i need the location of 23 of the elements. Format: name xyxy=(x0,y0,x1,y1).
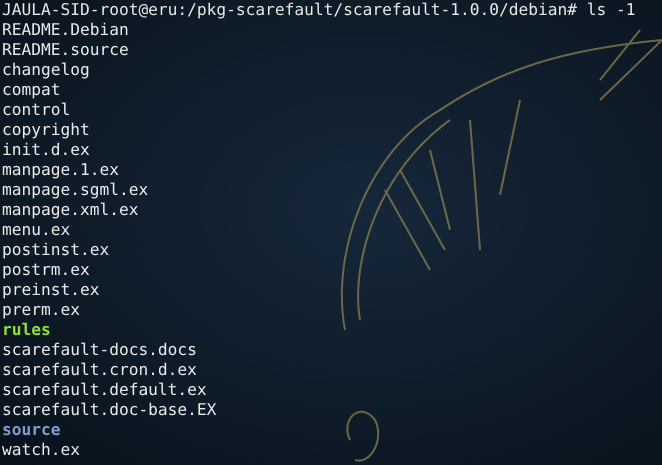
file-name: init.d.ex xyxy=(2,140,90,159)
file-name: manpage.1.ex xyxy=(2,160,119,179)
file-name: scarefault.doc-base.EX xyxy=(2,400,216,419)
directory-name: source xyxy=(2,420,60,439)
file-name: menu.ex xyxy=(2,220,70,239)
file-name: manpage.xml.ex xyxy=(2,200,138,219)
file-name: control xyxy=(2,100,70,119)
file-name: prerm.ex xyxy=(2,300,80,319)
file-name: changelog xyxy=(2,60,90,79)
file-name: scarefault.cron.d.ex xyxy=(2,360,197,379)
file-name: watch.ex xyxy=(2,440,80,459)
command-line: JAULA-SID-root@eru:/pkg-scarefault/scarefault-1.0.0/debian# ls -1 xyxy=(2,0,636,20)
file-name: scarefault-docs.docs xyxy=(2,340,197,359)
file-name: README.Debian xyxy=(2,20,129,39)
file-name: rules xyxy=(2,320,51,339)
file-name: compat xyxy=(2,80,60,99)
file-name: postinst.ex xyxy=(2,240,110,259)
file-name: copyright xyxy=(2,120,90,139)
file-name: README.source xyxy=(2,40,129,59)
file-name: manpage.sgml.ex xyxy=(2,180,148,199)
file-name: preinst.ex xyxy=(2,280,100,299)
file-name: scarefault.default.ex xyxy=(2,380,207,399)
file-name: postrm.ex xyxy=(2,260,90,279)
